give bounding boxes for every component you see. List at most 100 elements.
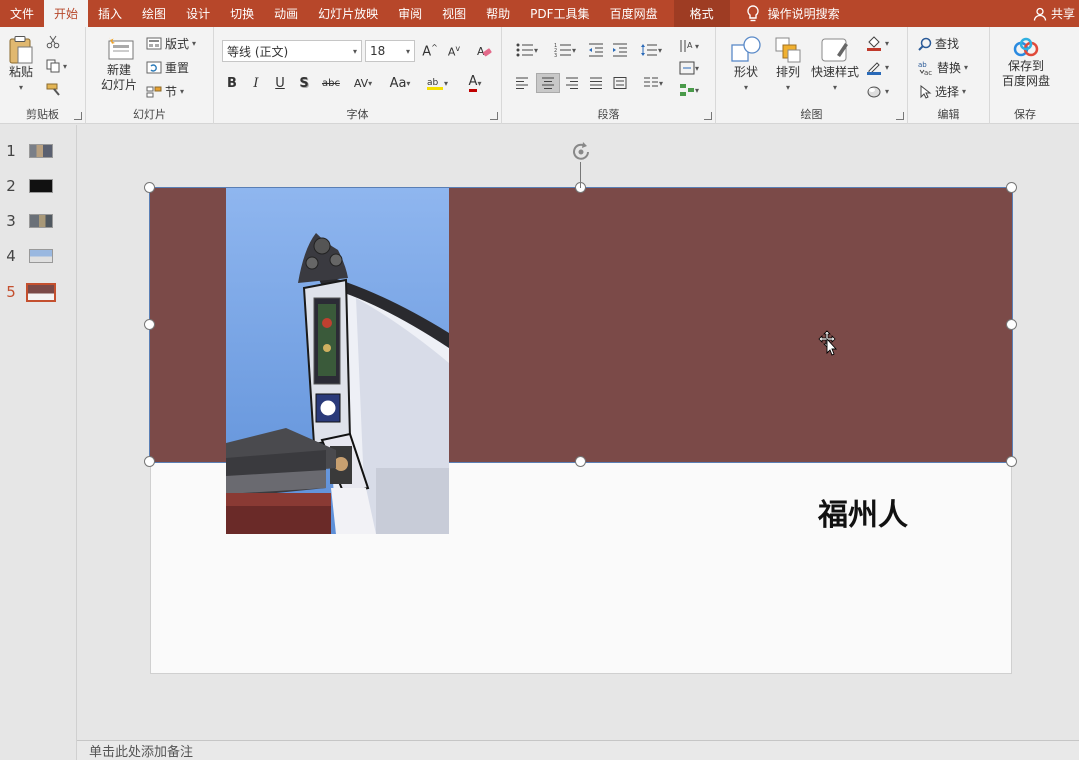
resize-handle-top-left[interactable] (144, 182, 155, 193)
resize-handle-bottom-left[interactable] (144, 456, 155, 467)
tab-transitions[interactable]: 切换 (220, 0, 264, 27)
decrease-font-button[interactable]: Av (444, 41, 464, 61)
clear-formatting-button[interactable]: A (474, 41, 494, 61)
align-center-button[interactable] (536, 73, 560, 93)
arrange-button[interactable]: 排列 ▾ (770, 35, 806, 95)
line-spacing-button[interactable]: ▾ (636, 40, 666, 60)
share-button[interactable]: 共享 (1033, 0, 1075, 27)
increase-indent-button[interactable] (610, 40, 630, 60)
rotate-handle[interactable] (568, 140, 594, 167)
quick-styles-caret-icon: ▾ (832, 83, 837, 92)
font-color-label: A (468, 74, 478, 92)
tab-home[interactable]: 开始 (44, 0, 89, 27)
text-shadow-button[interactable]: S (294, 73, 314, 93)
tab-review[interactable]: 审阅 (388, 0, 432, 27)
highlight-color-button[interactable]: ab ▾ (422, 73, 452, 93)
shapes-button[interactable]: 形状 ▾ (726, 35, 766, 95)
change-case-button[interactable]: Aa ▾ (384, 73, 416, 93)
character-spacing-button[interactable]: AV ▾ (348, 73, 378, 93)
layout-button[interactable]: 版式 ▾ (146, 35, 196, 52)
justify-button[interactable] (586, 73, 606, 93)
columns-button[interactable]: ▾ (638, 73, 668, 93)
decrease-indent-button[interactable] (586, 40, 606, 60)
resize-handle-middle-right[interactable] (1006, 319, 1017, 330)
text-direction-icon: A (680, 40, 693, 52)
tab-pdf-tools[interactable]: PDF工具集 (520, 0, 599, 27)
tell-me-search[interactable]: 操作说明搜索 (746, 0, 840, 27)
change-case-caret-icon: ▾ (406, 78, 411, 88)
slide-thumbnail-4[interactable]: 4 (0, 244, 77, 268)
move-cursor-icon (818, 330, 840, 359)
copy-button[interactable]: ▾ (46, 59, 67, 73)
notes-pane[interactable]: 单击此处添加备注 (77, 740, 1079, 760)
slide-title[interactable]: 福州人 (818, 490, 908, 534)
tab-insert[interactable]: 插入 (88, 0, 132, 27)
tab-baidu-netdisk[interactable]: 百度网盘 (600, 0, 668, 27)
photo-illustration (226, 188, 449, 534)
decrease-indent-icon (589, 43, 603, 57)
distributed-button[interactable] (610, 73, 630, 93)
resize-handle-bottom-right[interactable] (1006, 456, 1017, 467)
increase-font-button[interactable]: A^ (420, 41, 440, 61)
scissors-icon (46, 35, 60, 49)
align-text-button[interactable]: ▾ (674, 58, 704, 78)
cut-button[interactable] (46, 35, 60, 49)
slide-thumbnail-3[interactable]: 3 (0, 209, 77, 233)
slide-thumbnail-2[interactable]: 2 (0, 174, 77, 198)
slide-thumbnail-5[interactable]: 5 (0, 280, 77, 304)
font-color-button[interactable]: A ▾ (460, 73, 490, 93)
find-button[interactable]: 查找 (918, 35, 959, 52)
pointer-icon (920, 84, 932, 99)
slide-thumbnail-1[interactable]: 1 (0, 139, 77, 163)
tab-help[interactable]: 帮助 (476, 0, 520, 27)
tab-file[interactable]: 文件 (0, 0, 44, 27)
line-spacing-caret-icon: ▾ (657, 45, 662, 55)
save-to-baidu-button[interactable]: 保存到 百度网盘 (998, 37, 1054, 89)
architecture-photo[interactable] (226, 188, 449, 534)
replace-icon: abac (918, 61, 932, 76)
tab-animations[interactable]: 动画 (264, 0, 308, 27)
resize-handle-top-right[interactable] (1006, 182, 1017, 193)
shape-outline-button[interactable]: ▾ (866, 59, 889, 75)
shape-fill-button[interactable]: ▾ (866, 35, 889, 51)
font-launcher-icon[interactable] (490, 112, 498, 120)
resize-handle-bottom-center[interactable] (575, 456, 586, 467)
shape-effects-button[interactable]: ▾ (866, 83, 889, 99)
smartart-button[interactable]: ▾ (674, 80, 704, 100)
align-right-button[interactable] (562, 73, 582, 93)
drawing-launcher-icon[interactable] (896, 112, 904, 120)
tab-design[interactable]: 设计 (176, 0, 220, 27)
font-name-combobox[interactable]: 等线 (正文) ▾ (222, 40, 362, 62)
numbering-button[interactable]: 123 ▾ (550, 40, 580, 60)
new-slide-button[interactable]: 新建 幻灯片 (94, 35, 144, 93)
new-slide-label-1: 新建 (106, 63, 131, 77)
tab-draw[interactable]: 绘图 (132, 0, 176, 27)
align-left-button[interactable] (512, 73, 532, 93)
resize-handle-middle-left[interactable] (144, 319, 155, 330)
italic-button[interactable]: I (246, 73, 266, 93)
select-button[interactable]: 选择 ▾ (918, 83, 966, 100)
quick-styles-button[interactable]: 快速样式 ▾ (808, 35, 862, 95)
shape-effects-icon (867, 86, 881, 98)
bullets-button[interactable]: ▾ (512, 40, 542, 60)
tab-slideshow[interactable]: 幻灯片放映 (308, 0, 388, 27)
bold-button[interactable]: B (222, 73, 242, 93)
tab-format[interactable]: 格式 (673, 0, 730, 27)
reset-button[interactable]: 重置 (146, 59, 189, 76)
arrange-label: 排列 (775, 65, 800, 79)
text-direction-button[interactable]: A ▾ (674, 36, 704, 56)
tab-view[interactable]: 视图 (432, 0, 476, 27)
paragraph-launcher-icon[interactable] (704, 112, 712, 120)
paste-button[interactable]: 粘贴 ▾ (6, 35, 36, 95)
format-painter-button[interactable] (46, 83, 62, 97)
arrange-icon (775, 37, 801, 63)
strikethrough-button[interactable]: abc (318, 73, 344, 93)
select-label: 选择 (935, 85, 960, 99)
section-button[interactable]: 节 ▾ (146, 83, 184, 100)
tell-me-label: 操作说明搜索 (767, 7, 840, 21)
underline-button[interactable]: U (270, 73, 290, 93)
font-size-combobox[interactable]: 18 ▾ (365, 40, 415, 62)
replace-button[interactable]: ab ac 替换 ▾ (918, 59, 968, 76)
clipboard-launcher-icon[interactable] (74, 112, 82, 120)
section-caret-icon: ▾ (180, 87, 185, 96)
